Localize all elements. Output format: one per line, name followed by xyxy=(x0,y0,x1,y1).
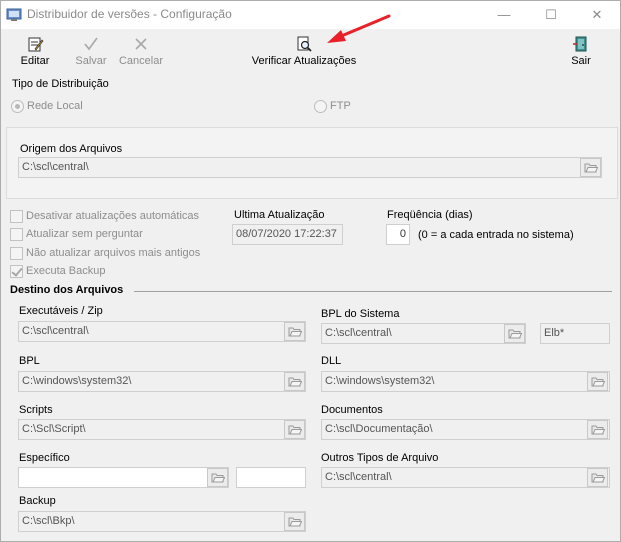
dll-label: DLL xyxy=(321,355,342,367)
edit-icon xyxy=(28,37,44,52)
folder-open-icon xyxy=(288,517,302,527)
update-without-asking-label: Atualizar sem perguntar xyxy=(26,228,143,240)
origin-browse-button[interactable] xyxy=(580,158,601,177)
update-without-asking-checkbox[interactable] xyxy=(10,228,23,241)
backup-label: Backup xyxy=(19,495,56,507)
origin-path-field[interactable]: C:\scl\central\ xyxy=(18,157,602,178)
exit-label: Sair xyxy=(571,55,591,67)
folder-open-icon xyxy=(211,473,225,483)
origin-label: Origem dos Arquivos xyxy=(20,143,123,155)
bpl-system-label: BPL do Sistema xyxy=(321,308,400,320)
specific-path-field[interactable] xyxy=(18,467,229,488)
radio-ftp[interactable] xyxy=(314,100,327,113)
maximize-button[interactable]: ☐ xyxy=(528,1,574,29)
folder-open-icon xyxy=(591,473,605,483)
destination-separator xyxy=(134,291,612,292)
bpl-system-path-field[interactable]: C:\scl\central\ xyxy=(321,323,526,344)
app-icon xyxy=(6,8,22,21)
cancel-label: Cancelar xyxy=(118,55,164,67)
folder-open-icon xyxy=(591,425,605,435)
folder-open-icon xyxy=(591,377,605,387)
checkmark-icon xyxy=(84,37,98,51)
annotation-arrow xyxy=(327,14,391,43)
folder-open-icon xyxy=(288,327,302,337)
documents-browse-button[interactable] xyxy=(587,420,608,439)
edit-button[interactable]: Editar xyxy=(15,29,55,75)
cancel-icon xyxy=(135,38,147,50)
title-bar: Distribuidor de versões - Configuração —… xyxy=(1,1,620,29)
disable-auto-updates-label: Desativar atualizações automáticas xyxy=(26,210,200,222)
destination-heading: Destino dos Arquivos xyxy=(10,284,124,296)
specific-browse-button[interactable] xyxy=(207,468,228,487)
dont-update-older-label: Não atualizar arquivos mais antigos xyxy=(26,247,201,259)
save-label: Salvar xyxy=(75,55,107,67)
bpl-browse-button[interactable] xyxy=(284,372,305,391)
bpl-system-mask-field[interactable]: Elb* xyxy=(540,323,610,344)
bpl-label: BPL xyxy=(19,355,40,367)
folder-open-icon xyxy=(288,425,302,435)
radio-local-network-label: Rede Local xyxy=(27,100,83,112)
annotation-arrow-line xyxy=(337,14,391,39)
check-updates-label: Verificar Atualizações xyxy=(251,55,357,67)
dll-path-field[interactable]: C:\windows\system32\ xyxy=(321,371,610,392)
other-types-path-field[interactable]: C:\scl\central\ xyxy=(321,467,610,488)
specific-mask-field[interactable] xyxy=(236,467,306,488)
bpl-path-field[interactable]: C:\windows\system32\ xyxy=(18,371,306,392)
annotation-arrow-head xyxy=(327,30,346,43)
document-search-icon xyxy=(297,36,312,52)
scripts-label: Scripts xyxy=(19,404,53,416)
exit-button[interactable]: Sair xyxy=(561,29,601,75)
run-backup-label: Executa Backup xyxy=(26,265,106,277)
edit-label: Editar xyxy=(20,55,50,67)
run-backup-checkbox[interactable] xyxy=(10,265,23,278)
documents-label: Documentos xyxy=(321,404,383,416)
executables-path-field[interactable]: C:\scl\central\ xyxy=(18,321,306,342)
other-types-browse-button[interactable] xyxy=(587,468,608,487)
executables-label: Executáveis / Zip xyxy=(19,305,103,317)
frequency-label: Freqüência (dias) xyxy=(387,209,473,221)
frequency-field[interactable]: 0 xyxy=(386,224,410,245)
save-button[interactable]: Salvar xyxy=(71,29,111,75)
window-title: Distribuidor de versões - Configuração xyxy=(27,7,232,21)
disable-auto-updates-checkbox[interactable] xyxy=(10,210,23,223)
folder-open-icon xyxy=(288,377,302,387)
scripts-browse-button[interactable] xyxy=(284,420,305,439)
backup-browse-button[interactable] xyxy=(284,512,305,531)
bpl-system-browse-button[interactable] xyxy=(504,324,525,343)
toolbar: Editar Salvar Cancelar Verificar Atualiz… xyxy=(1,29,620,75)
main-window: Distribuidor de versões - Configuração —… xyxy=(0,0,621,542)
cancel-button[interactable]: Cancelar xyxy=(117,29,165,75)
radio-local-network[interactable] xyxy=(11,100,24,113)
last-update-label: Ultima Atualização xyxy=(234,209,325,221)
radio-ftp-label: FTP xyxy=(330,100,351,112)
minimize-button[interactable]: — xyxy=(481,1,527,29)
frequency-hint: (0 = a cada entrada no sistema) xyxy=(418,229,574,241)
exit-door-icon xyxy=(573,36,587,52)
specific-label: Específico xyxy=(19,452,70,464)
distribution-heading: Tipo de Distribuição xyxy=(12,78,109,90)
scripts-path-field[interactable]: C:\Scl\Script\ xyxy=(18,419,306,440)
dont-update-older-checkbox[interactable] xyxy=(10,247,23,260)
executables-browse-button[interactable] xyxy=(284,322,305,341)
backup-path-field[interactable]: C:\scl\Bkp\ xyxy=(18,511,306,532)
folder-open-icon xyxy=(508,329,522,339)
close-button[interactable]: ✕ xyxy=(574,1,620,29)
last-update-field: 08/07/2020 17:22:37 xyxy=(232,224,343,245)
dll-browse-button[interactable] xyxy=(587,372,608,391)
documents-path-field[interactable]: C:\scl\Documentação\ xyxy=(321,419,610,440)
folder-open-icon xyxy=(584,163,598,173)
other-types-label: Outros Tipos de Arquivo xyxy=(321,452,439,464)
